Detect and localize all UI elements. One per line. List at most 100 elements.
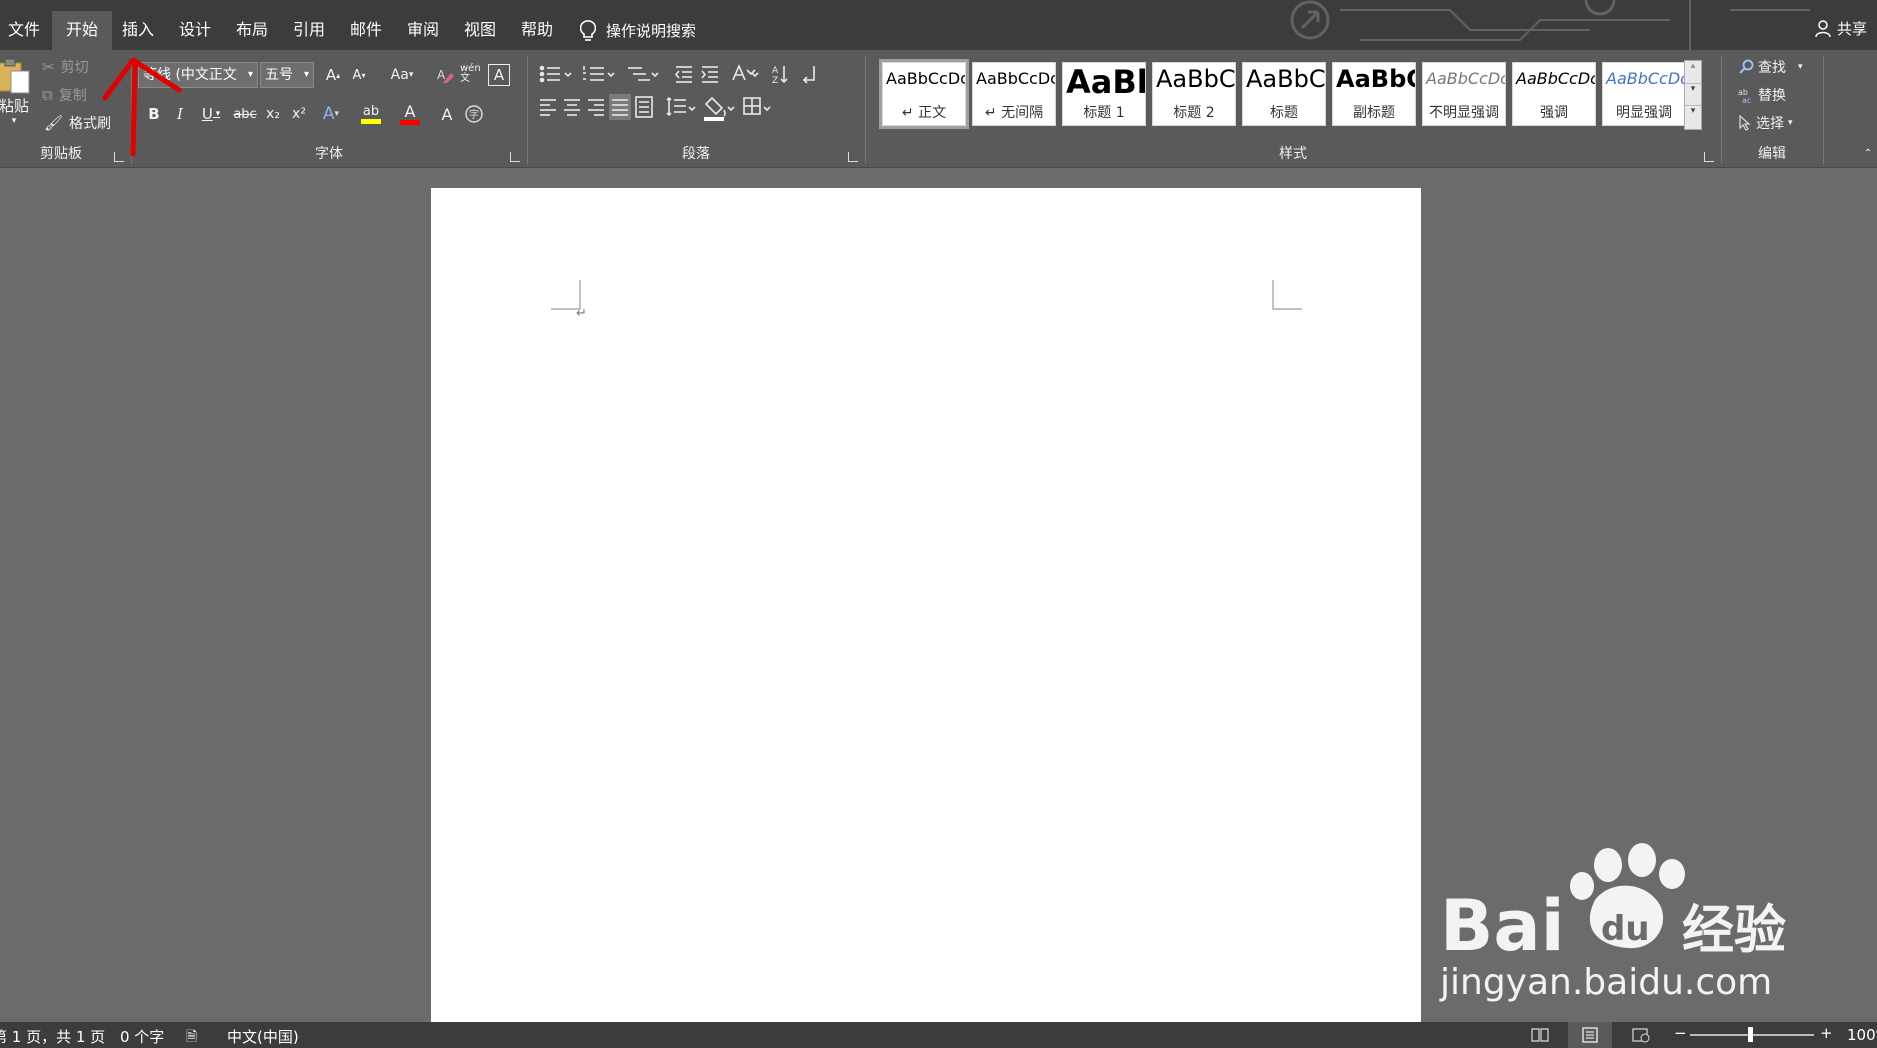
word-count[interactable]: 0 个字	[120, 1026, 164, 1047]
superscript-button[interactable]: x²	[288, 102, 310, 126]
styles-launcher-icon[interactable]	[1704, 152, 1714, 162]
zoom-level[interactable]: 100%	[1847, 1026, 1877, 1044]
asian-layout-icon	[732, 63, 759, 81]
share-label: 共享	[1836, 20, 1867, 38]
copy-button[interactable]: ⧉ 复制	[42, 84, 87, 106]
copy-label: 复制	[58, 88, 87, 104]
style-preview: AaBbC	[1336, 65, 1416, 93]
tab-insert[interactable]: 插入	[108, 11, 168, 50]
tab-layout[interactable]: 布局	[222, 11, 282, 50]
circuit-background-decoration	[1290, 0, 1810, 50]
shrink-font-button[interactable]: A ▾	[348, 64, 370, 86]
align-left-icon	[540, 99, 556, 116]
language-indicator[interactable]: 中文(中国)	[227, 1026, 299, 1047]
font-size-combo[interactable]: 五号 ▾	[260, 62, 314, 88]
copy-icon: ⧉	[42, 86, 53, 104]
highlight-color-button[interactable]: ab	[354, 100, 388, 128]
grow-font-button[interactable]: A ▴	[322, 64, 344, 86]
tab-file[interactable]: 文件	[0, 11, 54, 50]
tab-design[interactable]: 设计	[165, 11, 225, 50]
svg-text:A: A	[772, 66, 779, 76]
char-shading-button[interactable]: A	[436, 102, 458, 126]
page-count[interactable]: 第 1 页，共 1 页	[0, 1026, 105, 1047]
tab-home[interactable]: 开始	[52, 11, 113, 50]
highlight-swatch	[361, 118, 381, 124]
phonetic-guide-button[interactable]: wén 文	[460, 62, 484, 86]
read-mode-icon[interactable]	[1531, 1027, 1549, 1043]
chevron-down-icon: ▾	[1788, 118, 1793, 128]
char-shading-icon: A	[441, 104, 453, 124]
font-launcher-icon[interactable]	[510, 152, 520, 162]
find-button[interactable]: 查找 ▾	[1738, 56, 1803, 78]
font-color-icon: A	[404, 101, 416, 121]
gallery-more-icon[interactable]: ▾	[1685, 105, 1701, 129]
tab-references[interactable]: 引用	[279, 11, 339, 50]
style-emphasis[interactable]: AaBbCcDc 强调	[1512, 62, 1596, 126]
tab-help[interactable]: 帮助	[507, 11, 567, 50]
subscript-button[interactable]: x₂	[262, 102, 284, 126]
svg-text:字: 字	[469, 108, 479, 121]
zoom-slider-thumb[interactable]	[1748, 1027, 1753, 1042]
cut-button[interactable]: ✂ 剪切	[42, 56, 89, 78]
numbering-icon	[583, 66, 604, 81]
text-effects-button[interactable]: A ▾	[316, 102, 346, 126]
style-no-spacing[interactable]: AaBbCcDc ↵ 无间隔	[972, 62, 1056, 126]
clear-formatting-button[interactable]: A	[434, 64, 456, 86]
enclose-chars-button[interactable]: 字	[462, 102, 486, 126]
char-border-icon: A	[493, 66, 505, 84]
tell-me-search[interactable]: 操作说明搜索	[580, 11, 696, 50]
underline-button[interactable]: U ▾	[196, 102, 226, 126]
style-subtle-emphasis[interactable]: AaBbCcDc 不明显强调	[1422, 62, 1506, 126]
print-layout-button[interactable]	[1568, 1022, 1612, 1048]
styles-gallery-scroller[interactable]: ▴ ▾ ▾	[1684, 60, 1702, 130]
replace-button[interactable]: ab ac 替换	[1738, 84, 1786, 106]
proofing-icon[interactable]: 🗎	[186, 1026, 197, 1048]
paragraph-toolbar-icons: AZ	[539, 63, 815, 121]
paintbrush-icon: 🖌	[44, 114, 64, 132]
paragraph-group-label: 段落	[682, 146, 710, 162]
style-intense-emphasis[interactable]: AaBbCcDc 明显强调	[1602, 62, 1686, 126]
web-layout-icon[interactable]	[1632, 1027, 1650, 1043]
style-preview: AaBbC	[1156, 65, 1236, 93]
style-name: 标题	[1270, 105, 1298, 121]
zoom-out-button[interactable]: −	[1674, 1024, 1687, 1042]
search-icon	[1739, 59, 1754, 74]
svg-text:Z: Z	[772, 76, 778, 86]
font-color-button[interactable]: A	[392, 100, 428, 128]
tab-mailings[interactable]: 邮件	[336, 11, 396, 50]
collapse-ribbon-icon[interactable]: ⌃	[1862, 146, 1874, 160]
baidu-paw-logo: Bai du 经验	[1440, 843, 1786, 967]
tab-review[interactable]: 审阅	[393, 11, 453, 50]
ribbon-tab-bar: 文件 开始 插入 设计 布局 引用 邮件 审阅 视图 帮助 操作说明搜索 共享	[0, 0, 1877, 50]
scroll-up-icon[interactable]: ▴	[1685, 61, 1701, 83]
subscript-icon: x₂	[266, 106, 280, 122]
style-subtitle[interactable]: AaBbC 副标题	[1332, 62, 1416, 126]
paste-button[interactable]: 粘贴 ▾	[0, 56, 34, 126]
decrease-indent-icon	[674, 66, 692, 83]
select-button[interactable]: 选择 ▾	[1738, 112, 1793, 134]
style-heading-1[interactable]: AaBl 标题 1	[1062, 62, 1146, 126]
style-heading-2[interactable]: AaBbC 标题 2	[1152, 62, 1236, 126]
align-center-icon	[564, 99, 580, 116]
borders-icon	[743, 97, 761, 115]
paragraph-launcher-icon[interactable]	[848, 152, 858, 162]
strikethrough-button[interactable]: abc	[232, 102, 258, 126]
cursor-arrow-icon	[1739, 115, 1751, 131]
strikethrough-icon: abc	[233, 106, 257, 122]
style-name: 不明显强调	[1429, 105, 1499, 121]
status-bar: 第 1 页，共 1 页 0 个字 🗎 中文(中国) − + 100%	[0, 1022, 1877, 1048]
styles-group-label: 样式	[1279, 146, 1307, 162]
style-normal[interactable]: AaBbCcDc ↵ 正文	[879, 59, 969, 129]
char-border-button[interactable]: A	[488, 64, 510, 86]
tab-view[interactable]: 视图	[450, 11, 510, 50]
share-button[interactable]: 共享	[1815, 18, 1867, 39]
change-case-button[interactable]: Aa ▾	[384, 64, 420, 86]
clipboard-icon	[0, 58, 30, 93]
scroll-down-icon[interactable]: ▾	[1685, 83, 1701, 105]
document-page[interactable]: ↵	[431, 188, 1421, 1022]
style-title[interactable]: AaBbC 标题	[1242, 62, 1326, 126]
font-color-swatch	[400, 119, 420, 125]
lightbulb-icon	[580, 19, 596, 41]
zoom-in-button[interactable]: +	[1820, 1024, 1833, 1042]
shrink-font-icon: A	[352, 67, 362, 83]
